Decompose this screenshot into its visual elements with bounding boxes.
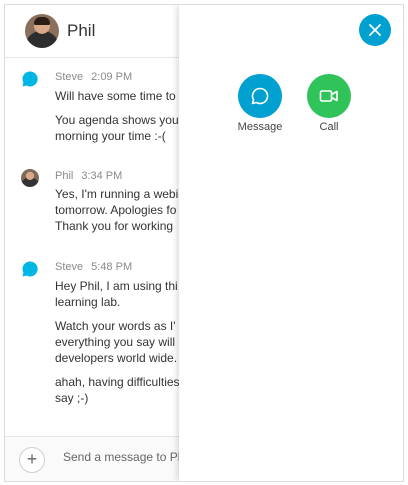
message-action[interactable]: Message <box>228 74 292 133</box>
message-text: Yes, I'm running a webi <box>55 187 179 201</box>
message-label: Message <box>237 121 283 133</box>
message-time: 3:34 PM <box>81 170 123 182</box>
call-button[interactable] <box>307 74 351 118</box>
message-meta: Phil 3:34 PM <box>55 170 122 182</box>
message-button[interactable] <box>238 74 282 118</box>
sender-name: Phil <box>55 170 74 182</box>
message-text: tomorrow. Apologies fo <box>55 203 177 217</box>
sender-name: Steve <box>55 261 84 273</box>
add-attachment-button[interactable]: + <box>19 447 45 473</box>
video-camera-icon <box>319 90 338 102</box>
message-text: ahah, having difficulties <box>55 375 180 389</box>
close-icon <box>369 24 381 36</box>
message-text: Watch your words as I' <box>55 319 176 333</box>
message-text: Hey Phil, I am using thi <box>55 279 178 293</box>
contact-action-panel: Message Call <box>179 5 403 481</box>
chat-bubble-icon <box>22 261 38 277</box>
message-text: learning lab. <box>55 295 121 309</box>
contact-name: Phil <box>67 21 96 40</box>
message-icon <box>251 87 269 105</box>
message-meta: Steve 2:09 PM <box>55 71 132 83</box>
message-text: You agenda shows you <box>55 113 179 127</box>
sender-name: Steve <box>55 71 84 83</box>
message-time: 5:48 PM <box>91 261 133 273</box>
call-action[interactable]: Call <box>297 74 361 133</box>
message-text: Will have some time to <box>55 89 176 103</box>
close-button[interactable] <box>359 14 391 46</box>
app-window: Phil Steve 2:09 PM Will have some time to… <box>4 4 404 482</box>
message-input[interactable] <box>61 449 195 465</box>
chat-bubble-icon <box>22 71 38 87</box>
call-label: Call <box>319 121 339 133</box>
message-time: 2:09 PM <box>91 71 133 83</box>
message-text: morning your time :-( <box>55 129 166 143</box>
message-text: say ;-) <box>55 391 89 405</box>
message-meta: Steve 5:48 PM <box>55 261 132 273</box>
message-text: developers world wide. <box>55 351 178 365</box>
avatar[interactable] <box>25 14 59 48</box>
message-text: everything you say will <box>55 335 176 349</box>
message-text: Thank you for working <box>55 219 174 233</box>
plus-icon: + <box>26 449 38 469</box>
avatar <box>21 169 39 187</box>
